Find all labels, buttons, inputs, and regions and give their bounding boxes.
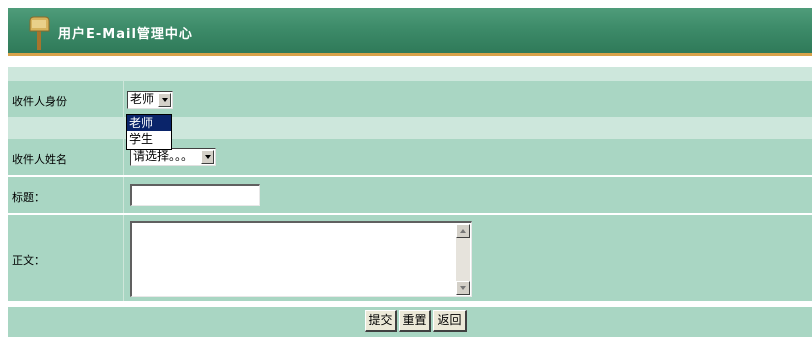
- back-button[interactable]: 返回: [433, 310, 467, 332]
- subject-input[interactable]: [130, 184, 260, 206]
- recipient-name-label: 收件人姓名: [12, 153, 67, 166]
- recipient-identity-select[interactable]: 老师: [127, 91, 173, 109]
- subject-label: 标题：: [12, 191, 45, 204]
- mailbox-icon: [29, 16, 50, 50]
- recipient-identity-value: 老师: [130, 92, 155, 106]
- reset-button[interactable]: 重置: [399, 310, 431, 332]
- body-label: 正文：: [12, 254, 45, 267]
- action-row: 提交 重置 返回: [8, 307, 812, 337]
- page-title: 用户E-Mail管理中心: [58, 27, 193, 42]
- subject-row: 标题：: [8, 177, 812, 213]
- recipient-name-value: 请选择。。。: [133, 149, 194, 163]
- scroll-up-icon[interactable]: [456, 224, 470, 238]
- option-teacher[interactable]: 老师: [127, 115, 171, 131]
- page-header: 用户E-Mail管理中心: [8, 8, 812, 56]
- option-student[interactable]: 学生: [127, 131, 171, 147]
- submit-button[interactable]: 提交: [365, 310, 397, 332]
- chevron-down-icon[interactable]: [201, 150, 214, 164]
- body-textarea[interactable]: [130, 221, 472, 297]
- spacer-row: [8, 67, 812, 81]
- recipient-identity-row: 收件人身份 老师: [8, 81, 812, 117]
- recipient-name-select[interactable]: 请选择。。。: [130, 148, 216, 166]
- recipient-identity-label: 收件人身份: [12, 95, 67, 108]
- scroll-down-icon[interactable]: [456, 281, 470, 295]
- recipient-identity-dropdown[interactable]: 老师 学生: [126, 114, 172, 150]
- chevron-down-icon[interactable]: [158, 93, 171, 107]
- vertical-scrollbar[interactable]: [456, 224, 470, 295]
- body-row: 正文：: [8, 215, 812, 301]
